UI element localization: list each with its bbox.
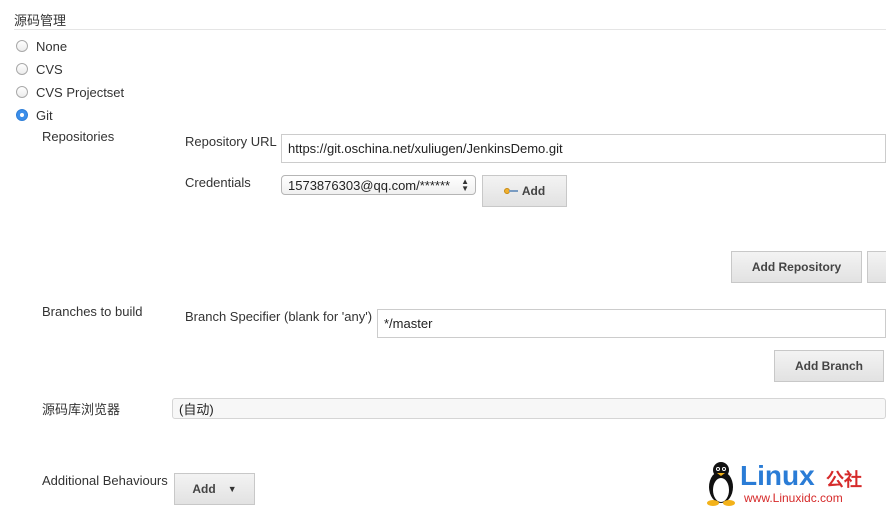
select-arrows-icon: ▲ ▼ (461, 177, 469, 193)
radio-label: CVS Projectset (36, 84, 125, 100)
add-branch-button[interactable]: Add Branch (774, 350, 884, 382)
radio-label: None (36, 38, 68, 54)
additional-behaviours-label: Additional Behaviours (42, 473, 168, 488)
radio-button[interactable] (16, 86, 28, 98)
repository-browser-select[interactable]: (自动) (172, 398, 886, 419)
radio-button[interactable] (16, 63, 28, 75)
repositories-label: Repositories (42, 129, 115, 144)
add-credentials-button[interactable]: Add (482, 175, 567, 207)
radio-button-selected[interactable] (16, 109, 28, 121)
tux-penguin-icon (707, 462, 735, 506)
radio-option-git[interactable]: Git (16, 106, 53, 124)
credentials-label: Credentials (185, 175, 251, 190)
watermark-brand-suffix: 公社 (826, 470, 862, 490)
repository-url-label: Repository URL (185, 134, 277, 149)
add-behaviour-label: Add (192, 482, 216, 496)
radio-option-none[interactable]: None (16, 37, 67, 55)
branch-specifier-input[interactable]: */master (377, 309, 886, 338)
caret-down-icon: ▼ (227, 484, 237, 494)
delete-repository-button[interactable] (867, 251, 886, 283)
radio-label: CVS (36, 61, 63, 77)
repository-url-input[interactable]: https://git.oschina.net/xuliugen/Jenkins… (281, 134, 886, 163)
watermark-brand: Linux (740, 460, 815, 491)
add-repository-button[interactable]: Add Repository (731, 251, 862, 283)
radio-option-cvs[interactable]: CVS (16, 60, 63, 78)
add-credentials-label: Add (521, 184, 546, 198)
credentials-select[interactable]: 1573876303@qq.com/****** ▲ ▼ (281, 175, 476, 195)
branches-label: Branches to build (42, 304, 143, 319)
watermark-url: www.Linuxidc.com (744, 491, 843, 505)
credentials-select-value: 1573876303@qq.com/****** (288, 177, 451, 193)
repository-browser-label: 源码库浏览器 (42, 402, 121, 417)
key-icon (503, 187, 518, 195)
branch-specifier-label: Branch Specifier (blank for 'any') (185, 309, 373, 324)
section-divider (14, 29, 886, 30)
section-title: 源码管理 (14, 13, 67, 28)
watermark-logo: Linux 公社 www.Linuxidc.com (704, 458, 882, 508)
radio-button[interactable] (16, 40, 28, 52)
radio-label: Git (36, 107, 53, 123)
radio-option-cvs-projectset[interactable]: CVS Projectset (16, 83, 124, 101)
add-behaviour-dropdown-button[interactable]: Add ▼ (174, 473, 255, 505)
